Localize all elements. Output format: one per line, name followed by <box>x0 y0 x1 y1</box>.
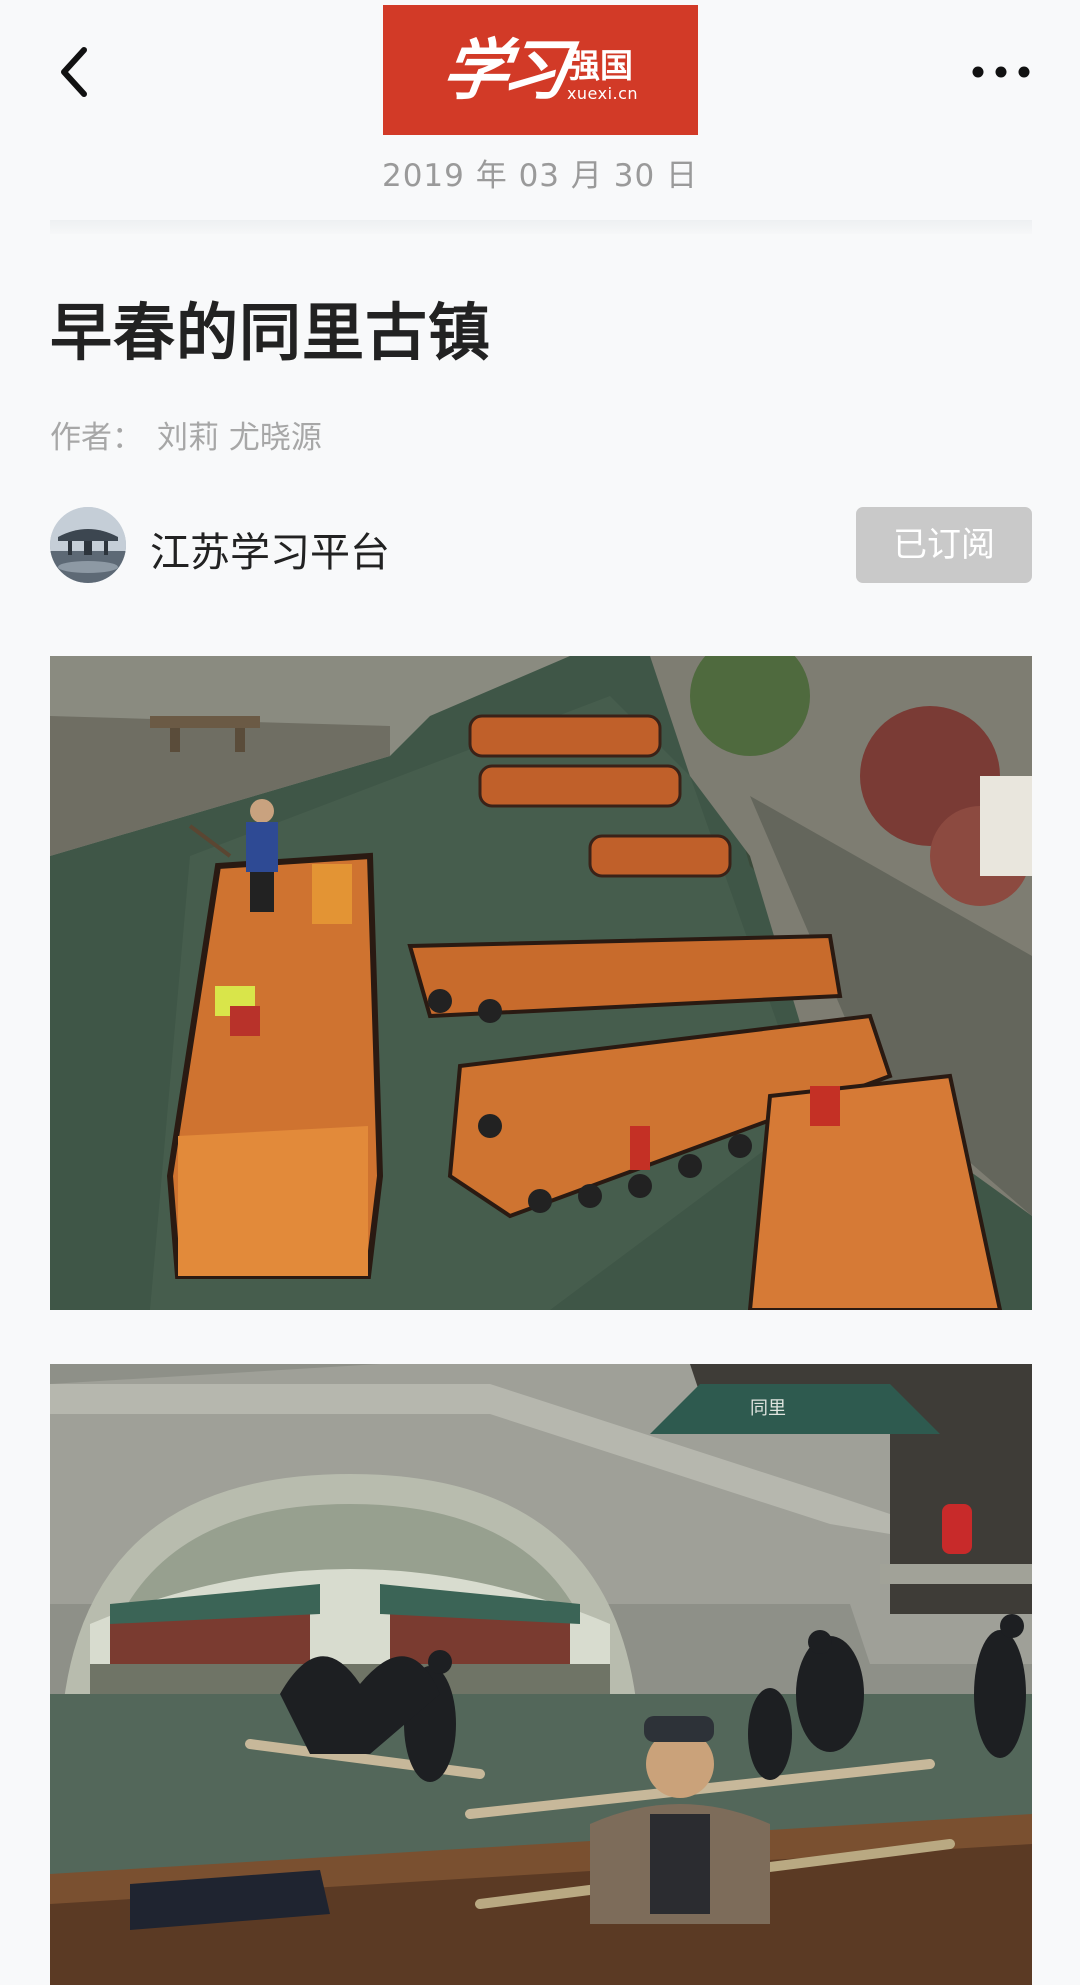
subscribe-button[interactable]: 已订阅 <box>856 507 1032 583</box>
canal-boats-photo[interactable] <box>50 656 1032 1310</box>
more-horizontal-icon <box>972 66 1030 78</box>
author-label: 作者： <box>50 420 143 456</box>
more-button[interactable] <box>970 52 1032 92</box>
stone-bridge-cormorant-photo[interactable]: 同里 <box>50 1364 1032 1985</box>
author-line: 作者： 刘莉 尤晓源 <box>50 412 322 457</box>
article-title: 早春的同里古镇 <box>50 296 492 369</box>
back-button[interactable] <box>50 40 106 104</box>
xuexi-logo: 学习 强国 xuexi.cn <box>383 5 698 135</box>
avatar[interactable] <box>50 507 126 583</box>
top-bar: 学习 强国 xuexi.cn 2019 年 03 月 30 日 <box>0 0 1080 194</box>
svg-text:同里: 同里 <box>750 1398 786 1419</box>
divider <box>50 220 1032 234</box>
source-name[interactable]: 江苏学习平台 <box>150 520 390 578</box>
logo-script: 学习 <box>437 31 569 109</box>
chevron-left-icon <box>61 47 87 97</box>
author-names: 刘莉 尤晓源 <box>157 420 322 456</box>
logo-name: 强国 <box>566 45 633 85</box>
source-row: 江苏学习平台 已订阅 <box>50 506 1032 584</box>
logo-domain: xuexi.cn <box>566 83 639 103</box>
publish-date: 2019 年 03 月 30 日 <box>381 158 699 194</box>
